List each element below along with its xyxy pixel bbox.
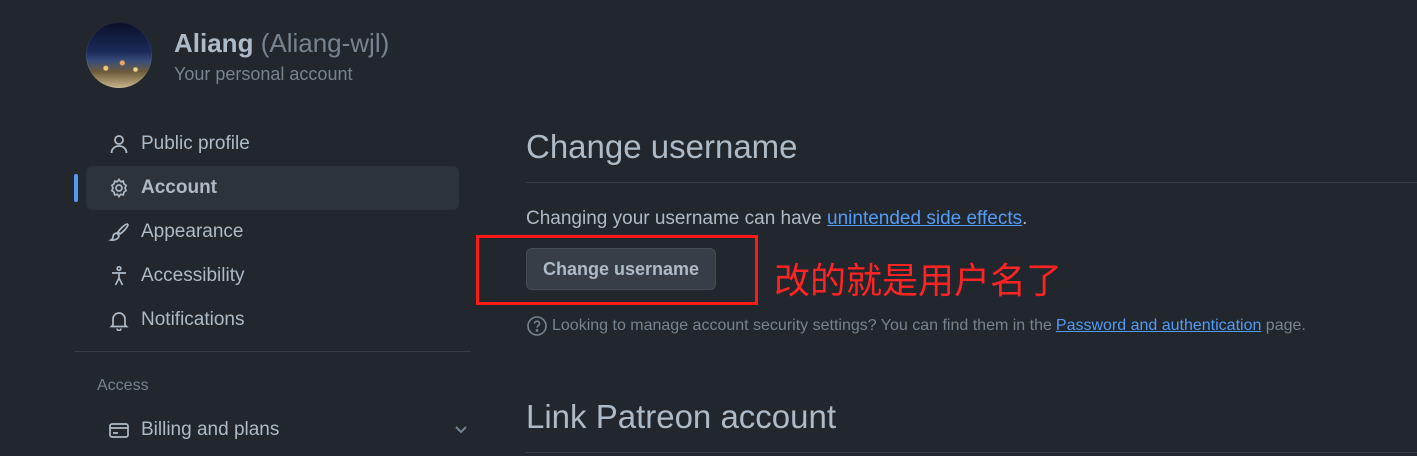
- section-divider: [526, 452, 1417, 453]
- login-name: (Aliang-wjl): [260, 28, 390, 58]
- description-suffix: .: [1022, 208, 1028, 229]
- account-subtitle: Your personal account: [174, 64, 353, 84]
- sidebar-item-label: Appearance: [141, 221, 244, 242]
- note-text: Looking to manage account security setti…: [552, 317, 1052, 334]
- person-icon: [108, 133, 130, 155]
- sidebar-item-public-profile[interactable]: Public profile: [86, 122, 459, 166]
- sidebar-section-heading: Access: [97, 377, 149, 394]
- avatar[interactable]: [86, 22, 152, 88]
- display-name: Aliang: [174, 28, 254, 58]
- sidebar-divider: [74, 351, 471, 352]
- annotation-text: 改的就是用户名了: [774, 261, 1063, 302]
- sidebar-item-account[interactable]: Account: [74, 166, 459, 210]
- bell-icon: [108, 309, 130, 331]
- change-username-description: Changing your username can have unintend…: [526, 208, 1027, 230]
- sidebar-item-label: Billing and plans: [141, 419, 280, 440]
- question-icon: [526, 315, 548, 337]
- settings-sidebar: Public profile Account Appearance Access…: [74, 122, 471, 440]
- chevron-down-icon[interactable]: [451, 419, 471, 445]
- active-indicator: [74, 174, 78, 202]
- annotation-highlight-box: [476, 235, 758, 305]
- paintbrush-icon: [108, 221, 130, 243]
- sidebar-item-accessibility[interactable]: Accessibility: [86, 254, 459, 298]
- credit-card-icon: [108, 419, 130, 441]
- sidebar-item-label: Public profile: [141, 133, 250, 154]
- side-effects-link[interactable]: unintended side effects: [827, 208, 1022, 229]
- sidebar-item-notifications[interactable]: Notifications: [86, 298, 459, 342]
- sidebar-item-label: Account: [141, 177, 217, 198]
- change-username-heading: Change username: [526, 128, 798, 165]
- gear-icon: [108, 177, 130, 199]
- sidebar-item-appearance[interactable]: Appearance: [86, 210, 459, 254]
- sidebar-item-billing[interactable]: Billing and plans: [86, 408, 467, 452]
- sidebar-item-label: Accessibility: [141, 265, 245, 286]
- link-patreon-heading: Link Patreon account: [526, 398, 837, 435]
- section-divider: [526, 182, 1417, 183]
- password-authentication-link[interactable]: Password and authentication: [1056, 317, 1261, 335]
- sidebar-item-label: Notifications: [141, 309, 245, 330]
- note-suffix: page.: [1261, 317, 1306, 334]
- account-name[interactable]: Aliang (Aliang-wjl): [174, 28, 389, 59]
- accessibility-icon: [108, 265, 130, 287]
- security-settings-note: Looking to manage account security setti…: [526, 315, 1306, 337]
- description-text: Changing your username can have: [526, 208, 828, 229]
